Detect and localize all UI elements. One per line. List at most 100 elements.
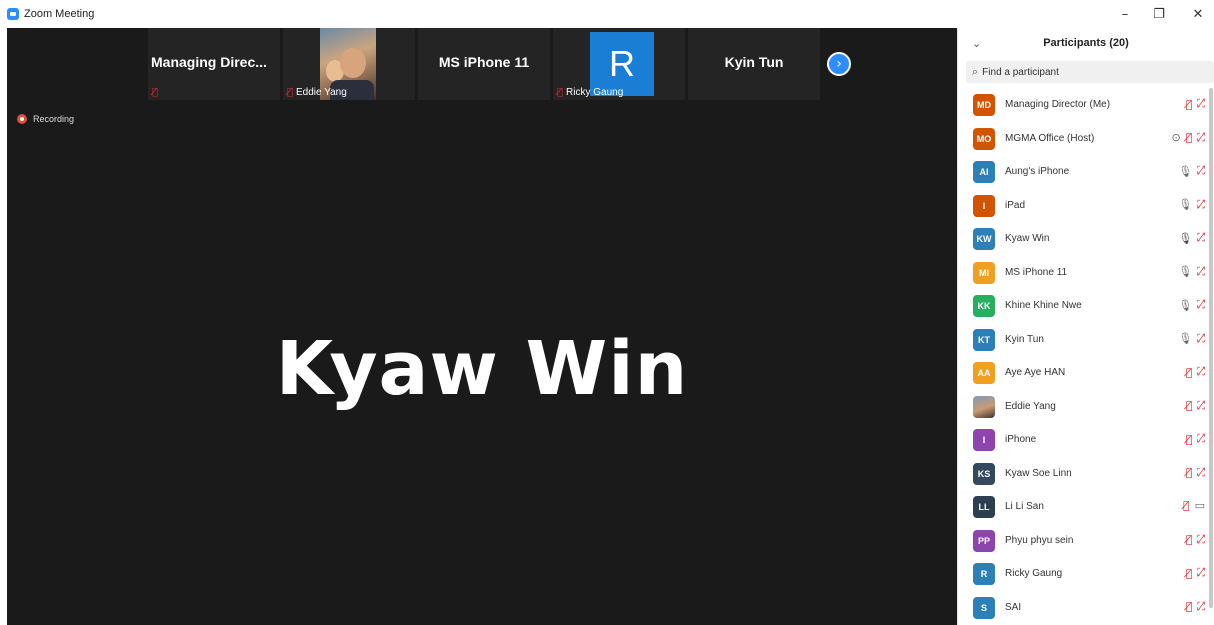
video-off-icon[interactable]: ⛶̸ xyxy=(1197,131,1205,145)
avatar: AA xyxy=(973,362,995,384)
avatar: MO xyxy=(973,127,995,150)
participant-status-icons: 🎙̸ ⛶̸ xyxy=(1186,365,1205,379)
participant-row[interactable]: IiPad 🎙 ⛶̸ xyxy=(958,189,1214,221)
participant-row[interactable]: LL Li Li San 🎙̸ ▭ xyxy=(958,490,1214,522)
mic-icon[interactable]: 🎙 xyxy=(1178,198,1192,211)
avatar: S xyxy=(973,596,995,619)
search-input[interactable]: ⌕ Find a participant xyxy=(966,61,1214,83)
participant-row[interactable]: KK Khine Khine Nwe 🎙 ⛶̸ xyxy=(958,289,1214,321)
minimize-button[interactable]: – xyxy=(1108,3,1142,25)
participant-row[interactable]: KT Kyin Tun 🎙 ⛶̸ xyxy=(958,323,1214,355)
mic-icon[interactable]: 🎙 xyxy=(1178,265,1192,278)
next-page-button[interactable]: › xyxy=(827,52,851,76)
participant-status-icons: 🎙̸ ⛶̸ xyxy=(1186,466,1205,480)
gallery-tile[interactable]: Kyin Tun xyxy=(688,28,820,100)
mic-muted-icon[interactable]: 🎙̸ xyxy=(1186,567,1193,580)
avatar: KS xyxy=(973,462,995,485)
participant-status-icons: 🎙̸ ⛶̸ xyxy=(1186,97,1205,111)
participant-name: MGMA Office (Host) xyxy=(1005,132,1095,144)
video-off-icon[interactable]: ⛶̸ xyxy=(1197,466,1205,480)
video-off-icon[interactable]: ⛶̸ xyxy=(1197,399,1205,413)
close-button[interactable]: ✕ xyxy=(1181,3,1214,25)
mic-muted-icon[interactable]: 🎙̸ xyxy=(1186,466,1193,479)
avatar: KT xyxy=(973,328,995,351)
mic-icon[interactable]: 🎙 xyxy=(1178,165,1192,178)
mic-icon[interactable]: 🎙 xyxy=(1178,299,1192,312)
participant-status-icons: 🎙̸ ⛶̸ xyxy=(1186,432,1205,446)
tile-label: 🎙̸ Ricky Gaung xyxy=(557,87,623,98)
video-off-icon[interactable]: ⛶̸ xyxy=(1197,432,1205,446)
video-off-icon[interactable]: ⛶̸ xyxy=(1197,298,1205,312)
participant-row[interactable]: MD Managing Director (Me) 🎙̸ ⛶̸ xyxy=(958,88,1214,120)
participant-name: Khine Khine Nwe xyxy=(1005,300,1082,311)
mic-muted-icon[interactable]: 🎙̸ xyxy=(1186,98,1193,111)
participant-name: Ricky Gaung xyxy=(1005,568,1063,579)
video-off-icon[interactable]: ⛶̸ xyxy=(1197,231,1205,245)
mic-muted-icon[interactable]: 🎙̸ xyxy=(1186,399,1193,412)
mic-muted-icon: 🎙̸ xyxy=(152,87,159,98)
gallery-tile[interactable]: MS iPhone 11 xyxy=(418,28,550,100)
participant-row[interactable]: MI MS iPhone 11 🎙 ⛶̸ xyxy=(958,256,1214,288)
participant-row[interactable]: IiPhone 🎙̸ ⛶̸ xyxy=(958,423,1214,455)
mic-muted-icon[interactable]: 🎙̸ xyxy=(1186,131,1193,144)
avatar: PP xyxy=(973,529,995,552)
participant-status-icons: 🎙 ⛶̸ xyxy=(1178,265,1205,279)
recording-indicator[interactable]: Recording xyxy=(17,114,74,124)
participant-row[interactable]: S SAI 🎙̸ ⛶̸ xyxy=(958,591,1214,623)
zoom-app-icon xyxy=(7,8,19,20)
video-off-icon[interactable]: ⛶̸ xyxy=(1197,97,1205,111)
participant-name: Aye Aye HAN xyxy=(1005,367,1066,378)
participant-row[interactable]: Eddie Yang 🎙̸ ⛶̸ xyxy=(958,390,1214,422)
tile-name: Managing Direc... xyxy=(151,54,267,70)
participant-row[interactable]: KS Kyaw Soe Linn 🎙̸ ⛶̸ xyxy=(958,457,1214,489)
participants-panel: ⌄ Participants (20) ⌕ Find a participant… xyxy=(957,28,1214,625)
video-off-icon[interactable]: ⛶̸ xyxy=(1197,198,1205,212)
scrollbar[interactable] xyxy=(1209,88,1213,608)
participant-status-icons: ⊙ 🎙̸ ⛶̸ xyxy=(1171,131,1205,145)
participant-name: Managing Director (Me) xyxy=(1005,99,1111,110)
participant-status-icons: 🎙 ⛶̸ xyxy=(1178,298,1205,312)
video-off-icon[interactable]: ⛶̸ xyxy=(1197,265,1205,279)
video-off-icon[interactable]: ⛶̸ xyxy=(1197,365,1205,379)
avatar: R xyxy=(973,563,995,585)
participant-row[interactable]: AA Aye Aye HAN 🎙̸ ⛶̸ xyxy=(958,356,1214,388)
record-icon: ⊙ xyxy=(1171,131,1181,144)
mic-muted-icon: 🎙̸ xyxy=(287,87,294,98)
participant-list: MD Managing Director (Me) 🎙̸ ⛶̸ MO MGMA Offic… xyxy=(958,88,1214,625)
panel-title: Participants (20) xyxy=(1043,37,1129,49)
video-off-icon[interactable]: ⛶̸ xyxy=(1197,600,1205,614)
tile-name: Kyin Tun xyxy=(724,54,784,70)
participant-row[interactable]: AI Aung's iPhone 🎙 ⛶̸ xyxy=(958,155,1214,187)
participant-name: iPhone xyxy=(1005,434,1037,445)
video-off-icon[interactable]: ⛶̸ xyxy=(1197,164,1205,178)
participant-row[interactable]: KW Kyaw Win 🎙 ⛶̸ xyxy=(958,222,1214,254)
gallery-tile[interactable]: 🎙̸ Eddie Yang xyxy=(283,28,415,100)
video-icon[interactable]: ▭ xyxy=(1195,499,1205,512)
video-off-icon[interactable]: ⛶̸ xyxy=(1197,533,1205,547)
mic-muted-icon[interactable]: 🎙̸ xyxy=(1186,600,1193,613)
gallery-tile[interactable]: Managing Direc... 🎙̸ xyxy=(148,28,280,100)
participant-status-icons: 🎙̸ ⛶̸ xyxy=(1186,533,1205,547)
active-speaker-name: Kyaw Win xyxy=(275,326,689,412)
title-bar: Zoom Meeting – ❐ ✕ xyxy=(0,0,1214,28)
mic-icon[interactable]: 🎙 xyxy=(1178,332,1192,345)
participant-row[interactable]: R Ricky Gaung 🎙̸ ⛶̸ xyxy=(958,557,1214,589)
participant-name: Kyin Tun xyxy=(1005,333,1044,345)
participant-row[interactable]: MO MGMA Office (Host) ⊙ 🎙̸ ⛶̸ xyxy=(958,122,1214,154)
gallery-tile[interactable]: R 🎙̸ Ricky Gaung xyxy=(553,28,685,100)
avatar: I xyxy=(973,429,995,451)
maximize-button[interactable]: ❐ xyxy=(1142,3,1176,25)
mic-muted-icon[interactable]: 🎙̸ xyxy=(1186,366,1193,379)
mic-muted-icon[interactable]: 🎙̸ xyxy=(1186,433,1193,446)
participant-row[interactable]: PP Phyu phyu sein 🎙̸ ⛶̸ xyxy=(958,524,1214,556)
video-off-icon[interactable]: ⛶̸ xyxy=(1197,566,1205,580)
mic-icon[interactable]: 🎙 xyxy=(1178,232,1192,245)
tile-label-text: Eddie Yang xyxy=(296,87,347,98)
participant-name: SAI xyxy=(1005,601,1022,613)
mic-muted-icon[interactable]: 🎙̸ xyxy=(1186,533,1193,546)
video-off-icon[interactable]: ⛶̸ xyxy=(1197,332,1205,346)
mic-muted-icon[interactable]: 🎙̸ xyxy=(1183,499,1190,512)
search-placeholder: Find a participant xyxy=(982,66,1059,78)
participant-name: MS iPhone 11 xyxy=(1005,266,1068,278)
avatar: MD xyxy=(973,94,995,116)
